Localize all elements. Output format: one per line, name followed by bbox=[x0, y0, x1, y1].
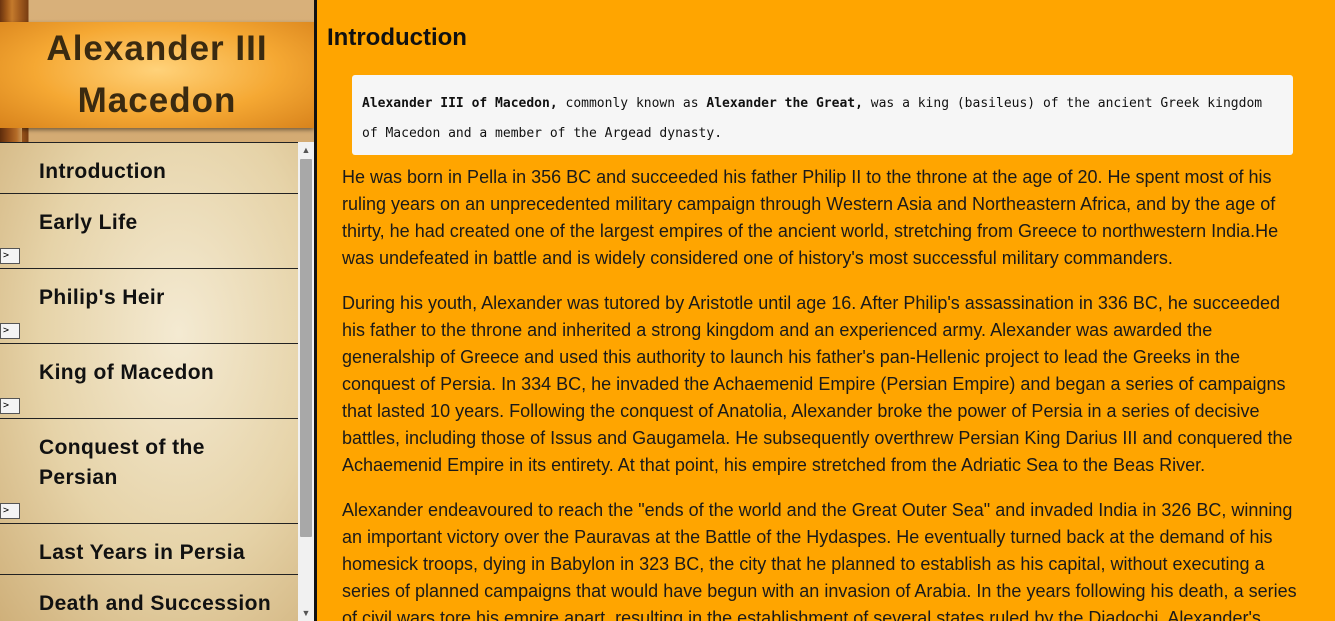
paragraph: During his youth, Alexander was tutored … bbox=[342, 293, 1293, 475]
row-divider bbox=[0, 574, 22, 575]
row-divider bbox=[0, 193, 22, 194]
subject-name: Alexander III of Macedon, bbox=[362, 96, 558, 111]
expand-conquest-button[interactable]: > bbox=[0, 503, 20, 519]
nav-item-king-of-macedon[interactable]: King of Macedon bbox=[22, 343, 298, 419]
main-content: Introduction Alexander III of Macedon, c… bbox=[317, 0, 1335, 621]
paragraph: Alexander endeavoured to reach the "ends… bbox=[342, 500, 1297, 621]
row-divider bbox=[0, 142, 22, 143]
nav-item-label: Last Years in Persia bbox=[39, 541, 246, 564]
scroll-thumb[interactable] bbox=[300, 159, 312, 537]
nav-item-label: Philip's Heir bbox=[39, 286, 165, 309]
summary-box: Alexander III of Macedon, commonly known… bbox=[352, 75, 1293, 155]
expand-early-life-button[interactable]: > bbox=[0, 248, 20, 264]
nav-item-early-life[interactable]: Early Life bbox=[22, 193, 298, 269]
nav-item-conquest-of-the-persian[interactable]: Conquest of the Persian bbox=[22, 418, 298, 524]
summary-text: commonly known as bbox=[557, 96, 707, 111]
row-divider bbox=[0, 268, 22, 269]
nav-scrollbar[interactable]: ▲ ▼ bbox=[298, 142, 314, 621]
nav-item-last-years-in-persia[interactable]: Last Years in Persia bbox=[22, 523, 298, 575]
nav-item-label: Early Life bbox=[39, 211, 138, 234]
site-title-banner: Alexander III Macedon bbox=[0, 22, 314, 128]
section-heading: Introduction bbox=[327, 24, 467, 51]
sidebar: Alexander III Macedon Introduction Early… bbox=[0, 0, 314, 621]
expand-king-of-macedon-button[interactable]: > bbox=[0, 398, 20, 414]
subject-alias: Alexander the Great, bbox=[706, 96, 863, 111]
nav-item-label: King of Macedon bbox=[39, 361, 215, 384]
nav-item-label: Introduction bbox=[39, 160, 167, 183]
row-divider bbox=[0, 418, 22, 419]
row-divider bbox=[0, 523, 22, 524]
paragraph: He was born in Pella in 356 BC and succe… bbox=[342, 167, 1279, 268]
nav-item-philips-heir[interactable]: Philip's Heir bbox=[22, 268, 298, 344]
nav-item-introduction[interactable]: Introduction bbox=[22, 142, 298, 194]
nav-item-label: Conquest of the Persian bbox=[39, 436, 205, 489]
scroll-up-arrow-icon[interactable]: ▲ bbox=[298, 142, 314, 158]
scroll-down-arrow-icon[interactable]: ▼ bbox=[298, 605, 314, 621]
row-divider bbox=[0, 343, 22, 344]
nav-item-label: Death and Succession bbox=[39, 592, 272, 615]
nav-item-death-and-succession[interactable]: Death and Succession bbox=[22, 574, 298, 621]
expand-philips-heir-button[interactable]: > bbox=[0, 323, 20, 339]
site-title: Alexander III Macedon bbox=[46, 29, 268, 120]
